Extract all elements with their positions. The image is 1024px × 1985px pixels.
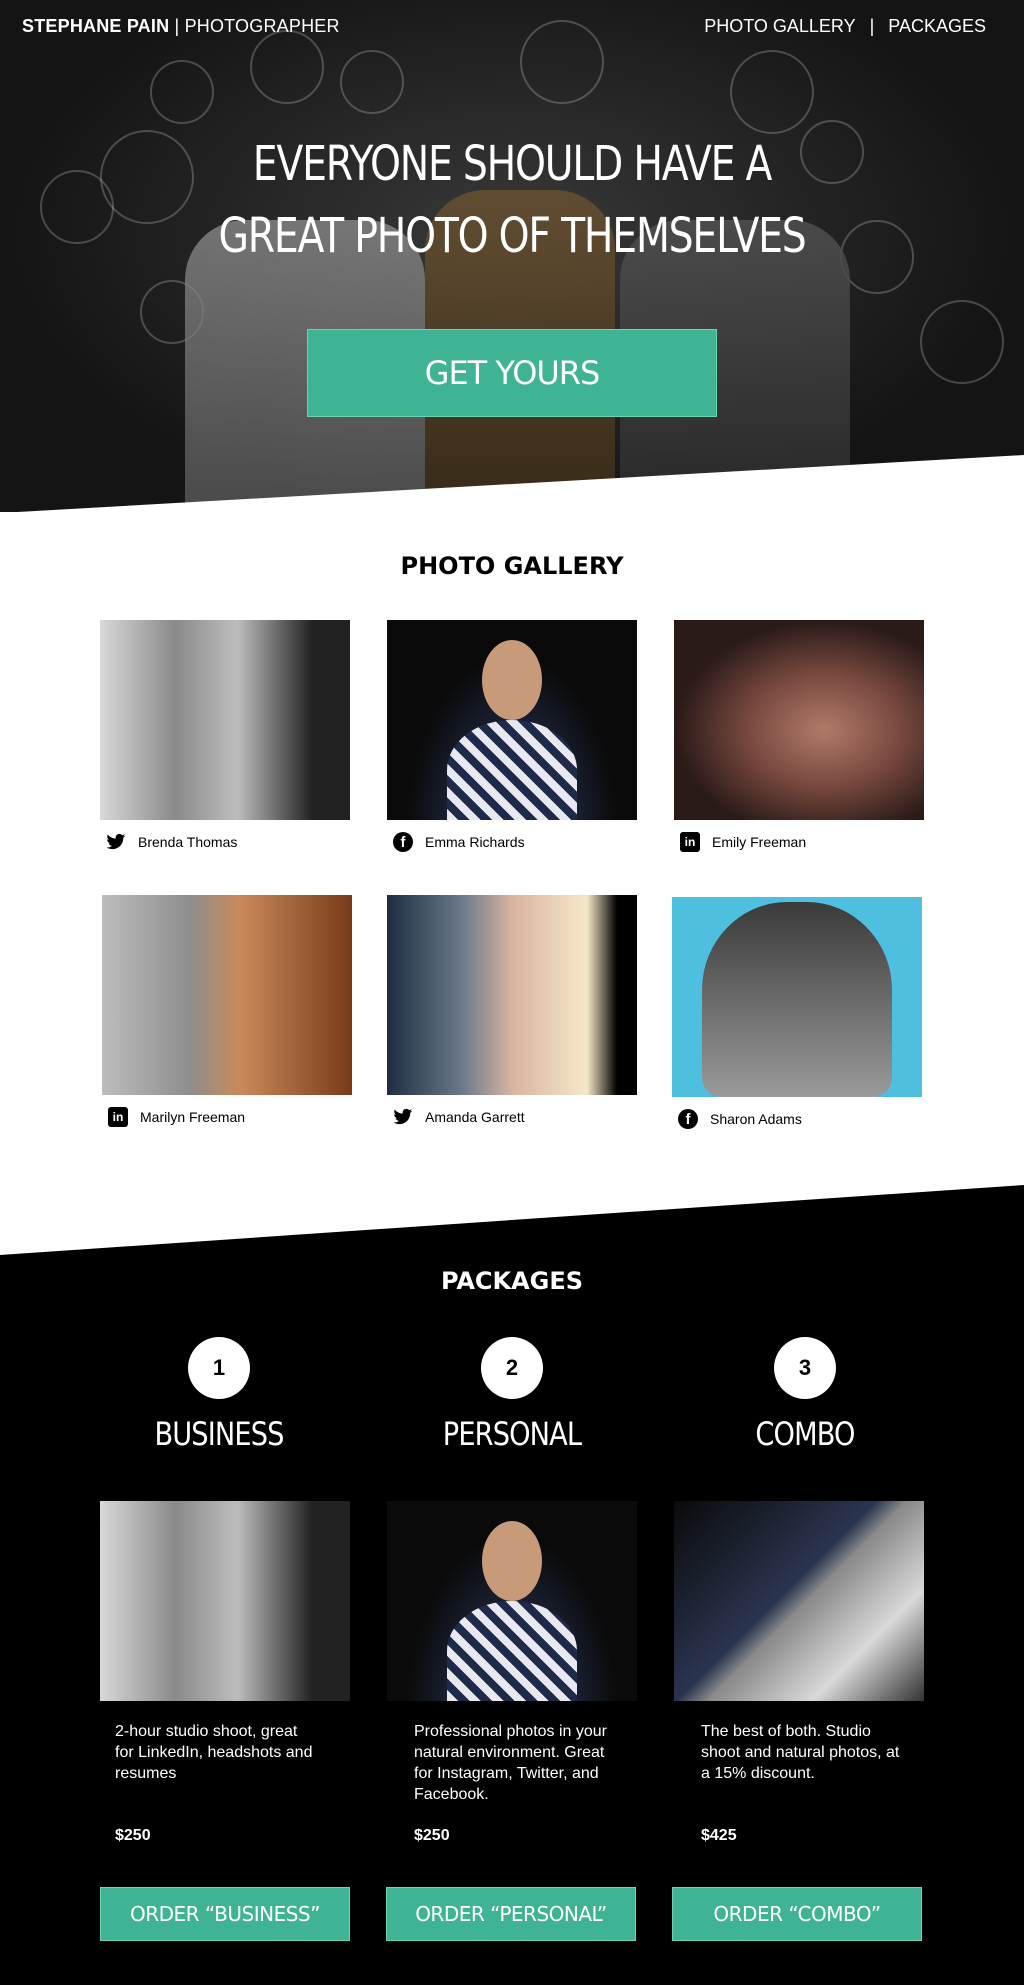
packages-title: PACKAGES bbox=[440, 1267, 584, 1295]
package-number: 3 bbox=[774, 1337, 836, 1399]
gallery-caption: in Marilyn Freeman bbox=[108, 1107, 352, 1127]
gallery-card[interactable]: in Marilyn Freeman bbox=[102, 895, 352, 1127]
package-name: PERSONAL bbox=[442, 1415, 582, 1453]
gallery-card[interactable]: f Sharon Adams bbox=[672, 897, 922, 1129]
gallery-card[interactable]: Brenda Thomas bbox=[100, 620, 350, 852]
face-shape bbox=[482, 640, 542, 720]
order-personal-button[interactable]: ORDER “PERSONAL” bbox=[386, 1887, 636, 1941]
portrait-photo[interactable] bbox=[100, 620, 350, 820]
top-nav: PHOTO GALLERY | PACKAGES bbox=[704, 16, 986, 37]
package-photo bbox=[674, 1501, 924, 1701]
get-yours-button[interactable]: GET YOURS bbox=[307, 329, 717, 417]
hero-title-line1: EVERYONE SHOULD HAVE A bbox=[252, 136, 773, 192]
package-number: 2 bbox=[481, 1337, 543, 1399]
doodle-circle bbox=[920, 300, 1004, 384]
section-divider bbox=[0, 1185, 1024, 1255]
gallery-title: PHOTO GALLERY bbox=[400, 552, 624, 580]
doodle-circle bbox=[340, 50, 404, 114]
package-name: BUSINESS bbox=[154, 1415, 284, 1453]
gallery-card[interactable]: in Emily Freeman bbox=[674, 620, 924, 852]
gallery-card[interactable]: f Emma Richards bbox=[387, 620, 637, 852]
person-name: Marilyn Freeman bbox=[140, 1109, 246, 1125]
twitter-icon[interactable] bbox=[393, 1107, 413, 1127]
package-price: $250 bbox=[414, 1827, 450, 1844]
gallery-caption: Brenda Thomas bbox=[106, 832, 350, 852]
linkedin-icon[interactable]: in bbox=[108, 1107, 128, 1127]
person-name: Sharon Adams bbox=[710, 1111, 802, 1127]
gallery-card[interactable]: Amanda Garrett bbox=[387, 895, 637, 1127]
brand[interactable]: STEPHANE PAIN | PHOTOGRAPHER bbox=[22, 16, 340, 37]
package-description: 2-hour studio shoot, great for LinkedIn,… bbox=[115, 1723, 313, 1782]
page: STEPHANE PAIN | PHOTOGRAPHER PHOTO GALLE… bbox=[0, 0, 1024, 1985]
brand-name: STEPHANE PAIN bbox=[22, 16, 170, 36]
doodle-circle bbox=[250, 30, 324, 104]
portrait-photo[interactable] bbox=[674, 620, 924, 820]
doodle-circle bbox=[150, 60, 214, 124]
packages-section: PACKAGES 1 BUSINESS 2-hour studio shoot,… bbox=[0, 1255, 1024, 1985]
doodle-circle bbox=[730, 50, 814, 134]
package-description: Professional photos in your natural envi… bbox=[414, 1723, 607, 1803]
person-name: Amanda Garrett bbox=[425, 1109, 525, 1125]
facebook-icon[interactable]: f bbox=[678, 1109, 698, 1129]
person-name: Brenda Thomas bbox=[138, 834, 238, 850]
gallery-caption: Amanda Garrett bbox=[393, 1107, 637, 1127]
package-number: 1 bbox=[188, 1337, 250, 1399]
dress-shape bbox=[447, 720, 577, 820]
package-description: The best of both. Studio shoot and natur… bbox=[701, 1723, 900, 1782]
doodle-circle bbox=[520, 20, 604, 104]
person-name: Emily Freeman bbox=[712, 834, 807, 850]
hero-title-line2: GREAT PHOTO OF THEMSELVES bbox=[218, 208, 806, 264]
package-photo bbox=[387, 1501, 637, 1701]
portrait-photo[interactable] bbox=[387, 620, 637, 820]
photo-gallery-section: PHOTO GALLERY Brenda Thomas f Emma Richa… bbox=[0, 512, 1024, 1272]
package-name: COMBO bbox=[755, 1415, 855, 1453]
nav-packages[interactable]: PACKAGES bbox=[888, 16, 986, 37]
gallery-caption: f Sharon Adams bbox=[678, 1109, 922, 1129]
package-price: $425 bbox=[701, 1827, 737, 1844]
order-combo-button[interactable]: ORDER “COMBO” bbox=[672, 1887, 922, 1941]
hero-title: EVERYONE SHOULD HAVE A GREAT PHOTO OF TH… bbox=[92, 128, 932, 272]
facebook-icon[interactable]: f bbox=[393, 832, 413, 852]
linkedin-icon[interactable]: in bbox=[680, 832, 700, 852]
order-business-button[interactable]: ORDER “BUSINESS” bbox=[100, 1887, 350, 1941]
gallery-caption: f Emma Richards bbox=[393, 832, 637, 852]
section-divider bbox=[0, 455, 1024, 513]
portrait-subject bbox=[702, 902, 892, 1097]
dress-shape bbox=[447, 1601, 577, 1701]
brand-role: | PHOTOGRAPHER bbox=[174, 16, 340, 36]
portrait-photo[interactable] bbox=[387, 895, 637, 1095]
twitter-icon[interactable] bbox=[106, 832, 126, 852]
person-name: Emma Richards bbox=[425, 834, 525, 850]
face-shape bbox=[482, 1521, 542, 1601]
package-photo bbox=[100, 1501, 350, 1701]
portrait-photo[interactable] bbox=[672, 897, 922, 1097]
portrait-photo[interactable] bbox=[102, 895, 352, 1095]
nav-separator: | bbox=[869, 16, 875, 36]
gallery-caption: in Emily Freeman bbox=[680, 832, 924, 852]
package-price: $250 bbox=[115, 1827, 151, 1844]
hero-section: STEPHANE PAIN | PHOTOGRAPHER PHOTO GALLE… bbox=[0, 0, 1024, 520]
nav-photo-gallery[interactable]: PHOTO GALLERY bbox=[704, 16, 855, 37]
